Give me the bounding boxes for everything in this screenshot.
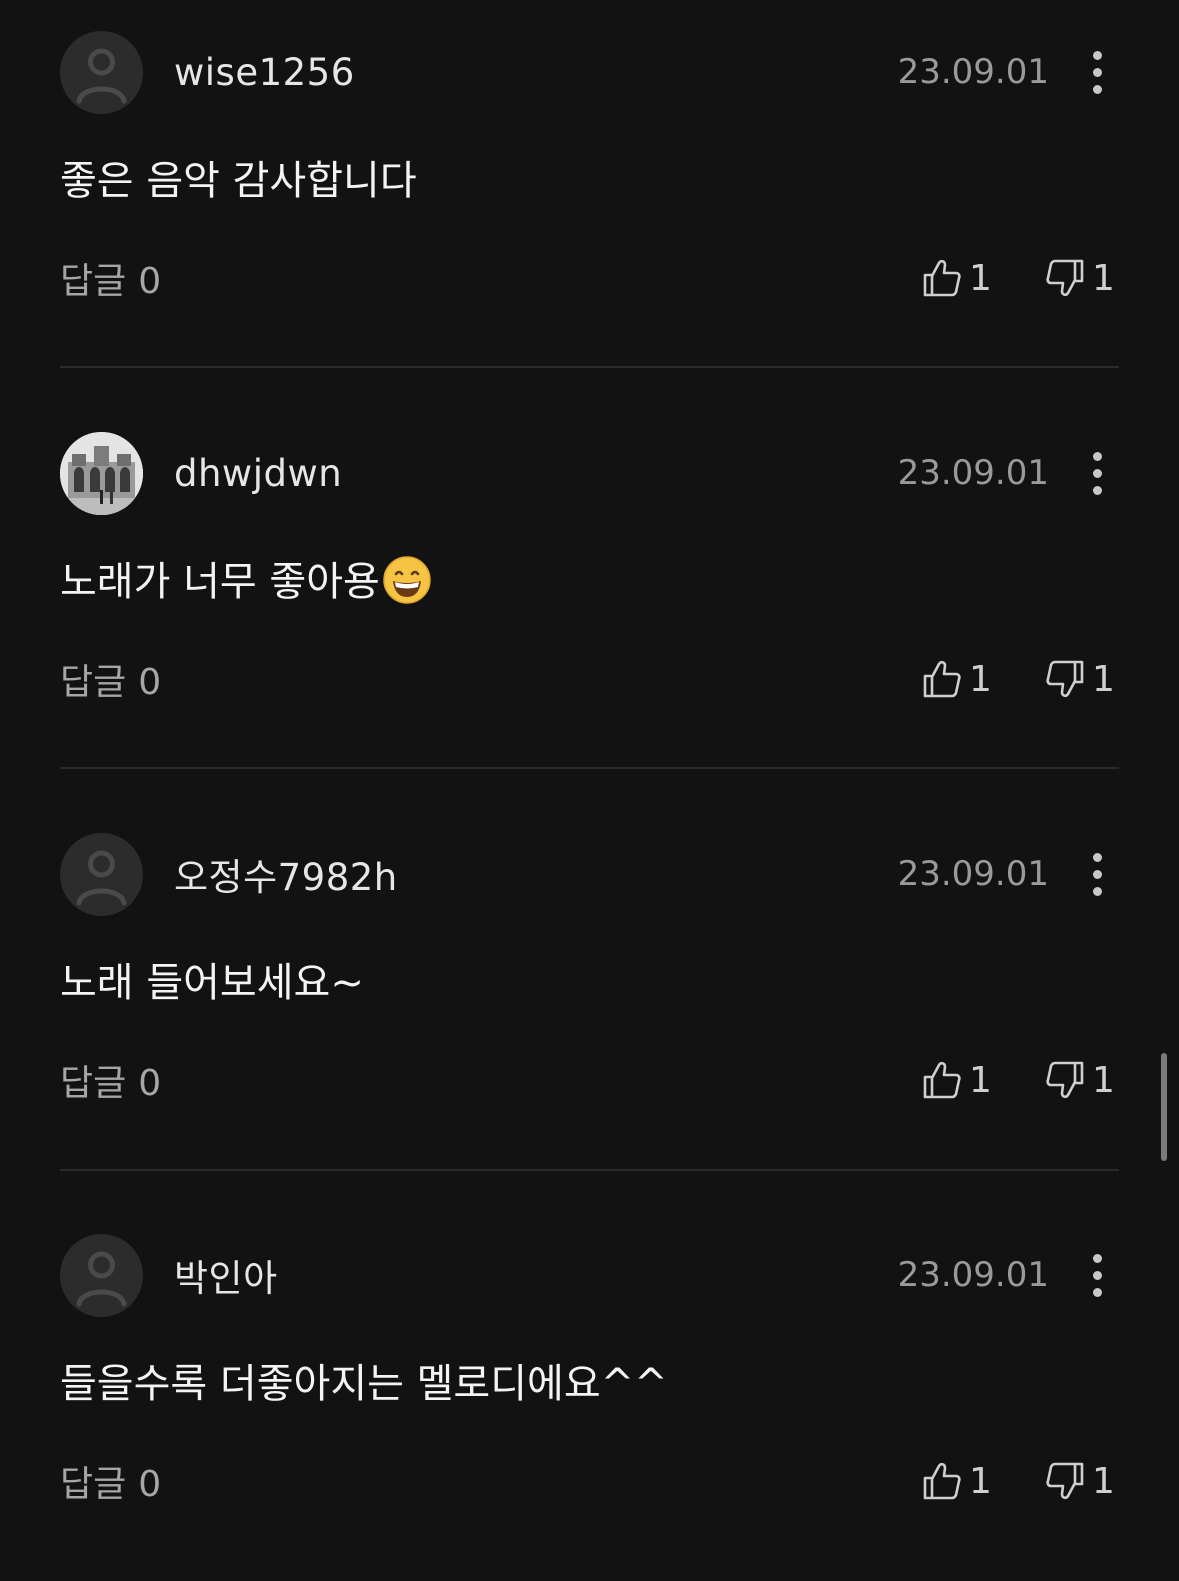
divider [60,1169,1119,1171]
avatar[interactable] [60,431,143,515]
comment-text-content: 노래가 너무 좋아용 [60,559,380,605]
avatar[interactable] [60,30,143,114]
like-button[interactable]: 1 [921,257,992,299]
more-dot-icon [1092,1270,1102,1280]
more-dot-icon [1092,852,1102,862]
more-dot-icon [1092,1253,1102,1263]
like-count: 1 [969,1059,992,1101]
comment-item: dhwjdwn 23.09.01 노래가 너무 좋아용 답글 0 1 1 [60,431,1119,834]
dislike-button[interactable]: 1 [1044,658,1115,700]
comment-item: 오정수7982h 23.09.01 노래 들어보세요~ 답글 0 1 1 [60,832,1119,1235]
dislike-button[interactable]: 1 [1044,1059,1115,1101]
thumbs-down-icon [1046,660,1084,698]
username[interactable]: 오정수7982h [174,847,398,901]
more-dot-icon [1092,886,1102,896]
more-dot-icon [1092,468,1102,478]
reply-button[interactable]: 답글 0 [60,1054,161,1106]
thumbs-down-icon [1046,1061,1084,1099]
reply-button[interactable]: 답글 0 [60,252,161,304]
reply-button[interactable]: 답글 0 [60,653,161,705]
reply-count: 0 [138,1464,162,1505]
comment-date: 23.09.01 [897,1255,1049,1295]
like-button[interactable]: 1 [921,1460,992,1502]
comment-text-content: 좋은 음악 감사합니다 [60,158,417,204]
scrollbar[interactable] [1161,1053,1167,1161]
thumbs-down-icon [1046,1462,1084,1500]
comment-header: 박인아 23.09.01 [60,1233,1119,1317]
more-dot-icon [1092,451,1102,461]
more-options-button[interactable] [1075,443,1119,503]
comment-header: dhwjdwn 23.09.01 [60,431,1119,515]
username[interactable]: dhwjdwn [174,452,342,495]
thumbs-up-icon [923,259,961,297]
dislike-count: 1 [1092,658,1115,700]
divider [60,767,1119,769]
comment-item: 박인아 23.09.01 들을수록 더좋아지는 멜로디에요^^ 답글 0 1 1 [60,1233,1119,1581]
more-options-button[interactable] [1075,42,1119,102]
dislike-button[interactable]: 1 [1044,257,1115,299]
more-options-button[interactable] [1075,844,1119,904]
comment-date: 23.09.01 [897,453,1049,493]
thumbs-down-icon [1046,259,1084,297]
thumbs-up-icon [923,660,961,698]
comment-date: 23.09.01 [897,854,1049,894]
comment-header: 오정수7982h 23.09.01 [60,832,1119,916]
comment-date: 23.09.01 [897,52,1049,92]
comment-footer: 답글 0 1 1 [60,1453,1119,1509]
comment-text-content: 들을수록 더좋아지는 멜로디에요^^ [60,1361,668,1407]
more-options-button[interactable] [1075,1245,1119,1305]
comment-feed: wise1256 23.09.01 좋은 음악 감사합니다 답글 0 1 1 d… [0,0,1179,1581]
comment-footer: 답글 0 1 1 [60,250,1119,306]
dislike-count: 1 [1092,1059,1115,1101]
more-dot-icon [1092,869,1102,879]
photo-avatar-image [60,431,143,515]
reply-count: 0 [138,261,162,302]
thumbs-up-icon [923,1462,961,1500]
username[interactable]: wise1256 [174,51,355,94]
more-dot-icon [1092,485,1102,495]
comment-text: 들을수록 더좋아지는 멜로디에요^^ [60,1351,668,1409]
reply-count: 0 [138,1063,162,1104]
more-dot-icon [1092,84,1102,94]
more-dot-icon [1092,1287,1102,1297]
default-person-icon [76,48,127,103]
comment-item: wise1256 23.09.01 좋은 음악 감사합니다 답글 0 1 1 [60,30,1119,433]
like-count: 1 [969,658,992,700]
more-dot-icon [1092,67,1102,77]
more-dot-icon [1092,50,1102,60]
default-person-icon [76,1251,127,1306]
reply-label: 답글 [60,1063,127,1104]
thumbs-up-icon [923,1061,961,1099]
like-button[interactable]: 1 [921,658,992,700]
dislike-count: 1 [1092,1460,1115,1502]
reply-label: 답글 [60,261,127,302]
comment-text-content: 노래 들어보세요~ [60,960,364,1006]
dislike-button[interactable]: 1 [1044,1460,1115,1502]
username[interactable]: 박인아 [174,1248,278,1302]
default-person-icon [76,850,127,905]
comment-text: 좋은 음악 감사합니다 [60,148,417,206]
avatar[interactable] [60,1233,143,1317]
divider [60,366,1119,368]
reply-button[interactable]: 답글 0 [60,1455,161,1507]
like-button[interactable]: 1 [921,1059,992,1101]
comment-text: 노래 들어보세요~ [60,950,364,1008]
reply-label: 답글 [60,1464,127,1505]
grinning-face-emoji-icon [383,556,431,604]
comment-footer: 답글 0 1 1 [60,651,1119,707]
dislike-count: 1 [1092,257,1115,299]
like-count: 1 [969,1460,992,1502]
comment-header: wise1256 23.09.01 [60,30,1119,114]
reply-count: 0 [138,662,162,703]
like-count: 1 [969,257,992,299]
comment-text: 노래가 너무 좋아용 [60,549,432,607]
avatar[interactable] [60,832,143,916]
reply-label: 답글 [60,662,127,703]
comment-footer: 답글 0 1 1 [60,1052,1119,1108]
